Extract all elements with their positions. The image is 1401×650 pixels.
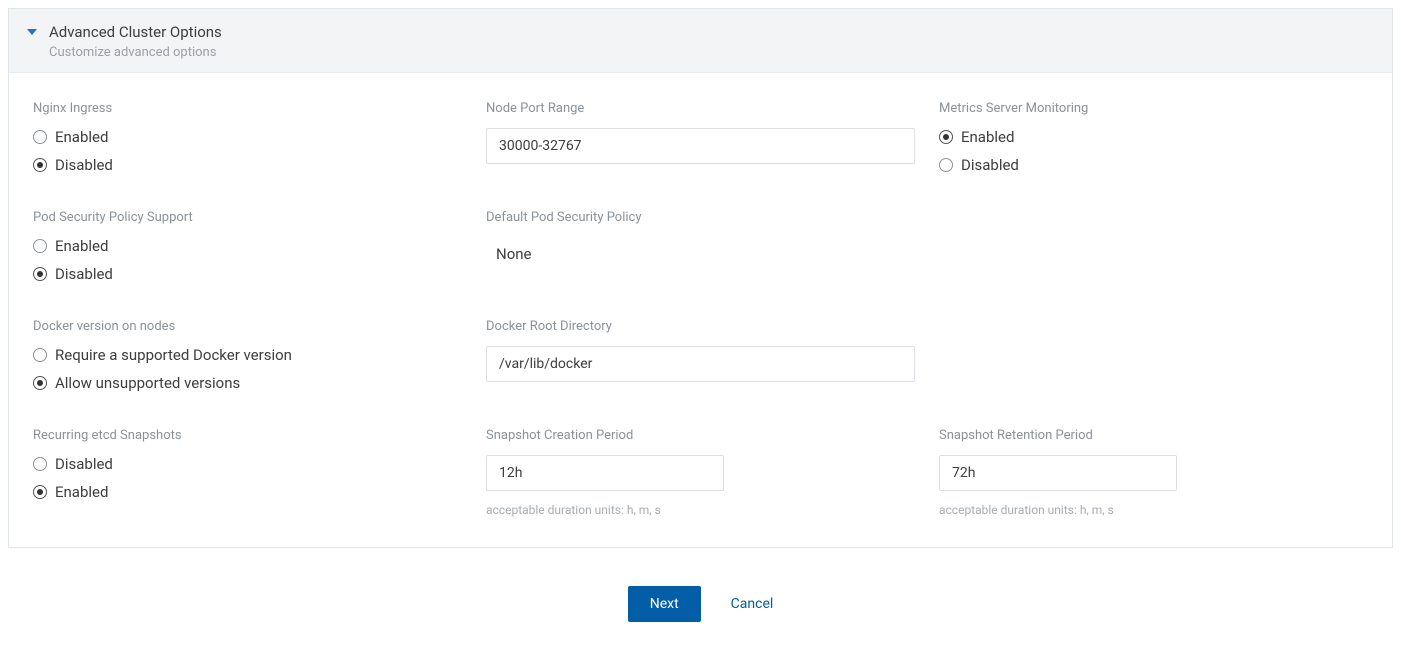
node-port-range-label: Node Port Range <box>486 101 915 116</box>
radio-label: Disabled <box>961 156 1019 174</box>
radio-label: Enabled <box>55 483 108 501</box>
etcd-snapshots-disabled-radio[interactable]: Disabled <box>33 455 462 473</box>
docker-version-label: Docker version on nodes <box>33 319 462 334</box>
snapshot-retention-group: Snapshot Retention Period acceptable dur… <box>939 428 1368 517</box>
metrics-server-enabled-radio[interactable]: Enabled <box>939 128 1368 146</box>
next-button[interactable]: Next <box>628 586 701 622</box>
snapshot-creation-hint: acceptable duration units: h, m, s <box>486 503 915 517</box>
panel-subtitle: Customize advanced options <box>49 45 222 60</box>
form-grid: Nginx Ingress Enabled Disabled Node Port… <box>33 101 1368 517</box>
nginx-ingress-label: Nginx Ingress <box>33 101 462 116</box>
pod-security-enabled-radio[interactable]: Enabled <box>33 237 462 255</box>
docker-version-allow-radio[interactable]: Allow unsupported versions <box>33 374 462 392</box>
radio-icon <box>939 158 953 172</box>
default-pod-policy-group: Default Pod Security Policy None <box>486 210 915 283</box>
pod-security-label: Pod Security Policy Support <box>33 210 462 225</box>
metrics-server-label: Metrics Server Monitoring <box>939 101 1368 116</box>
node-port-range-group: Node Port Range <box>486 101 915 174</box>
advanced-options-panel: Advanced Cluster Options Customize advan… <box>8 8 1393 548</box>
snapshot-creation-group: Snapshot Creation Period acceptable dura… <box>486 428 915 517</box>
radio-label: Disabled <box>55 265 113 283</box>
docker-version-require-radio[interactable]: Require a supported Docker version <box>33 346 462 364</box>
footer: Next Cancel <box>0 556 1401 642</box>
pod-security-disabled-radio[interactable]: Disabled <box>33 265 462 283</box>
radio-icon <box>33 348 47 362</box>
radio-icon <box>33 485 47 499</box>
radio-icon <box>33 130 47 144</box>
chevron-down-icon <box>27 29 37 35</box>
radio-icon <box>33 457 47 471</box>
panel-body: Nginx Ingress Enabled Disabled Node Port… <box>9 73 1392 547</box>
etcd-snapshots-enabled-radio[interactable]: Enabled <box>33 483 462 501</box>
radio-label: Allow unsupported versions <box>55 374 240 392</box>
default-pod-policy-value: None <box>486 237 915 263</box>
panel-header-text: Advanced Cluster Options Customize advan… <box>49 23 222 60</box>
radio-icon <box>33 158 47 172</box>
node-port-range-input[interactable] <box>486 128 915 164</box>
radio-label: Enabled <box>961 128 1014 146</box>
empty-cell <box>939 319 1368 392</box>
snapshot-retention-hint: acceptable duration units: h, m, s <box>939 503 1368 517</box>
snapshot-creation-label: Snapshot Creation Period <box>486 428 915 443</box>
nginx-ingress-disabled-radio[interactable]: Disabled <box>33 156 462 174</box>
docker-root-label: Docker Root Directory <box>486 319 915 334</box>
radio-icon <box>33 267 47 281</box>
empty-cell <box>939 210 1368 283</box>
radio-label: Disabled <box>55 455 113 473</box>
panel-title: Advanced Cluster Options <box>49 23 222 41</box>
metrics-server-disabled-radio[interactable]: Disabled <box>939 156 1368 174</box>
nginx-ingress-enabled-radio[interactable]: Enabled <box>33 128 462 146</box>
radio-label: Require a supported Docker version <box>55 346 292 364</box>
docker-root-group: Docker Root Directory <box>486 319 915 392</box>
radio-label: Enabled <box>55 128 108 146</box>
radio-label: Disabled <box>55 156 113 174</box>
default-pod-policy-label: Default Pod Security Policy <box>486 210 915 225</box>
cancel-button[interactable]: Cancel <box>731 596 774 612</box>
docker-version-group: Docker version on nodes Require a suppor… <box>33 319 462 392</box>
metrics-server-group: Metrics Server Monitoring Enabled Disabl… <box>939 101 1368 174</box>
nginx-ingress-group: Nginx Ingress Enabled Disabled <box>33 101 462 174</box>
docker-root-input[interactable] <box>486 346 915 382</box>
etcd-snapshots-group: Recurring etcd Snapshots Disabled Enable… <box>33 428 462 517</box>
snapshot-creation-input[interactable] <box>486 455 724 491</box>
radio-icon <box>939 130 953 144</box>
pod-security-group: Pod Security Policy Support Enabled Disa… <box>33 210 462 283</box>
panel-header[interactable]: Advanced Cluster Options Customize advan… <box>9 9 1392 73</box>
radio-label: Enabled <box>55 237 108 255</box>
snapshot-retention-input[interactable] <box>939 455 1177 491</box>
radio-icon <box>33 376 47 390</box>
radio-icon <box>33 239 47 253</box>
etcd-snapshots-label: Recurring etcd Snapshots <box>33 428 462 443</box>
snapshot-retention-label: Snapshot Retention Period <box>939 428 1368 443</box>
